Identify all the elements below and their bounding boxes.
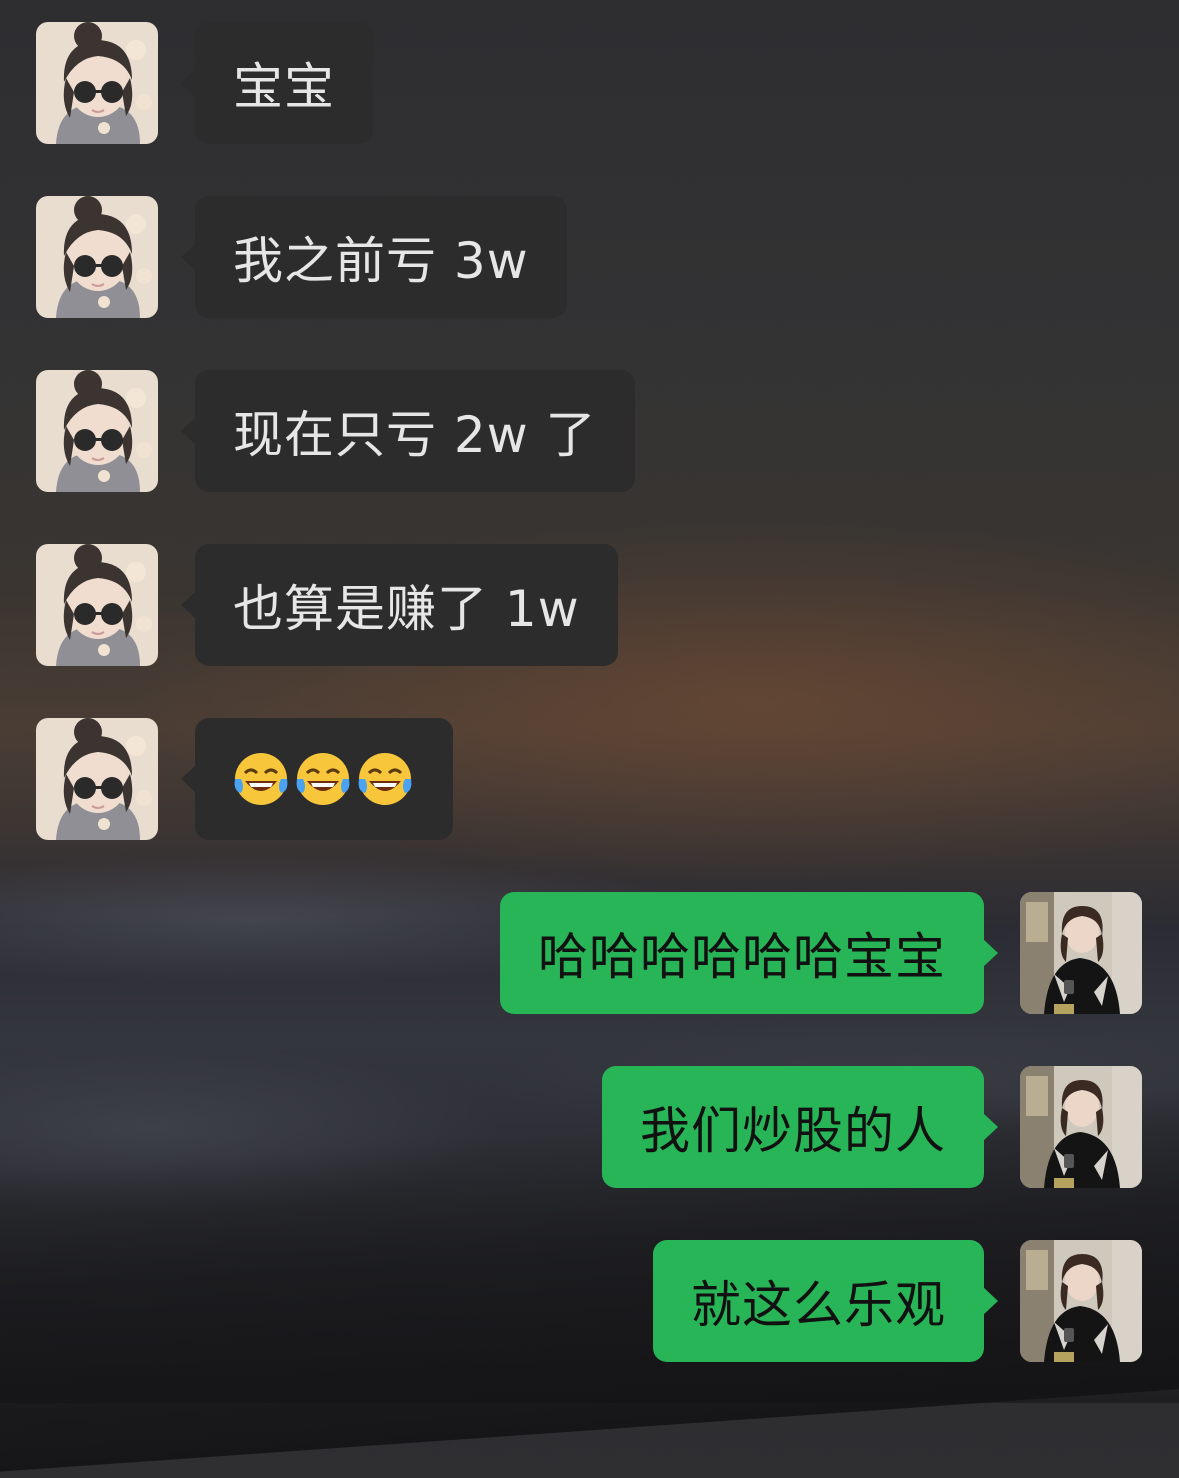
message-bubble-outgoing[interactable]: 我们炒股的人 xyxy=(602,1066,998,1188)
message-text: 哈哈哈哈哈哈宝宝 xyxy=(538,928,946,986)
chat-message-incoming: 现在只亏 2w 了 xyxy=(0,370,1179,494)
chat-message-outgoing: 就这么乐观 xyxy=(0,1240,1179,1364)
avatar-image xyxy=(36,544,158,666)
message-bubble-incoming[interactable]: 也算是赚了 1w xyxy=(181,544,618,666)
tears-of-joy-emoji xyxy=(295,751,351,807)
avatar-image xyxy=(36,718,158,840)
contact-avatar[interactable] xyxy=(36,718,158,840)
contact-avatar[interactable] xyxy=(36,544,158,666)
message-bubble-incoming[interactable]: 现在只亏 2w 了 xyxy=(181,370,635,492)
avatar-image xyxy=(1020,1066,1142,1188)
user-avatar[interactable] xyxy=(1020,1240,1142,1362)
avatar-image xyxy=(36,196,158,318)
chat-message-incoming: 宝宝 xyxy=(0,22,1179,146)
message-bubble-incoming[interactable]: 我之前亏 3w xyxy=(181,196,567,318)
avatar-image xyxy=(36,22,158,144)
chat-message-outgoing: 哈哈哈哈哈哈宝宝 xyxy=(0,892,1179,1016)
message-bubble-incoming[interactable] xyxy=(181,718,453,840)
chat-message-incoming xyxy=(0,718,1179,842)
message-text: 我之前亏 3w xyxy=(233,232,529,290)
chat-message-incoming: 也算是赚了 1w xyxy=(0,544,1179,668)
tears-of-joy-emoji xyxy=(233,751,289,807)
message-bubble-incoming[interactable]: 宝宝 xyxy=(181,22,373,144)
chat-message-outgoing: 我们炒股的人 xyxy=(0,1066,1179,1190)
user-avatar[interactable] xyxy=(1020,1066,1142,1188)
message-text: 我们炒股的人 xyxy=(640,1102,946,1160)
message-bubble-outgoing[interactable]: 就这么乐观 xyxy=(653,1240,998,1362)
message-text: 现在只亏 2w 了 xyxy=(233,406,597,464)
avatar-image xyxy=(1020,1240,1142,1362)
contact-avatar[interactable] xyxy=(36,196,158,318)
contact-avatar[interactable] xyxy=(36,370,158,492)
contact-avatar[interactable] xyxy=(36,22,158,144)
tears-of-joy-emoji xyxy=(357,751,413,807)
message-text: 也算是赚了 1w xyxy=(233,580,580,638)
avatar-image xyxy=(1020,892,1142,1014)
avatar-image xyxy=(36,370,158,492)
message-text: 宝宝 xyxy=(233,58,335,116)
message-bubble-outgoing[interactable]: 哈哈哈哈哈哈宝宝 xyxy=(500,892,998,1014)
user-avatar[interactable] xyxy=(1020,892,1142,1014)
message-text: 就这么乐观 xyxy=(691,1276,946,1334)
chat-message-incoming: 我之前亏 3w xyxy=(0,196,1179,320)
